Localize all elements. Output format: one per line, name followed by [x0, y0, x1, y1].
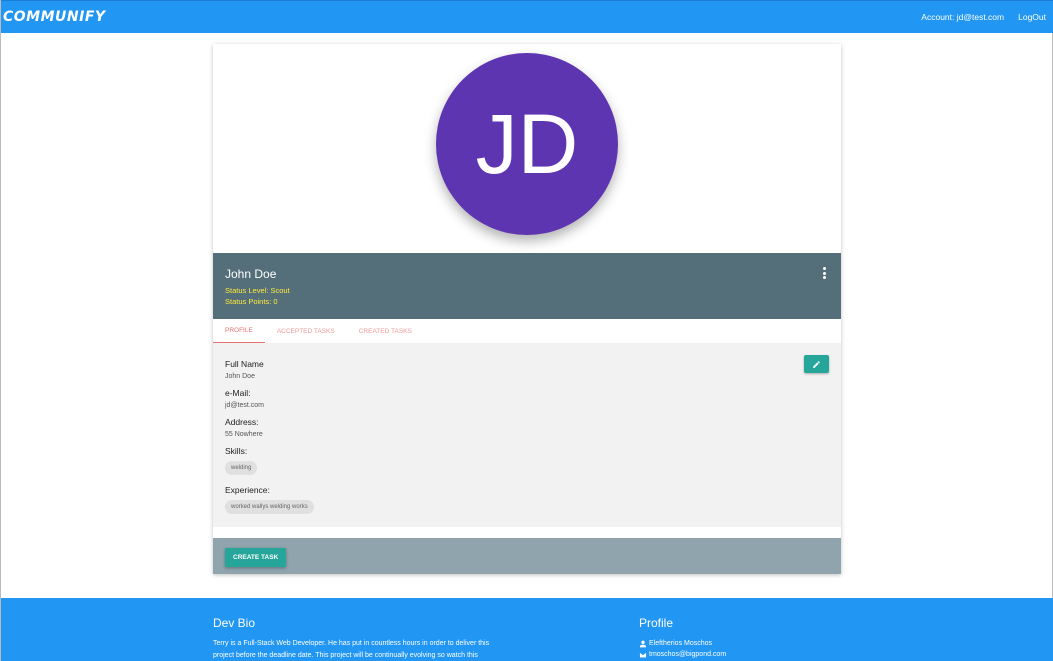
profile-header: John Doe Status Level: Scout Status Poin… [213, 253, 841, 319]
envelope-icon [639, 651, 647, 658]
more-vert-icon[interactable] [823, 267, 827, 279]
footer-profile-section: Profile Eleftherios Moschos tmoschos@big… [639, 616, 839, 660]
address-value: 55 Nowhere [225, 431, 263, 438]
user-name: John Doe [225, 267, 277, 281]
profile-panel: Full Name John Doe e-Mail: jd@test.com A… [213, 343, 841, 527]
profile-email-text[interactable]: tmoschos@bigpond.com [649, 649, 726, 660]
create-task-button[interactable]: CREATE TASK [225, 548, 287, 567]
edit-button[interactable] [804, 355, 829, 373]
footer-profile-name: Eleftherios Moschos [639, 638, 839, 649]
person-icon [640, 640, 646, 647]
experience-label: Experience: [225, 485, 270, 495]
skills-label: Skills: [225, 446, 248, 456]
tab-created-tasks[interactable]: CREATED TASKS [347, 319, 424, 343]
top-navbar: COMMUNIFY Account: jd@test.com LogOut [1, 0, 1053, 33]
tab-profile[interactable]: PROFILE [213, 319, 265, 343]
action-bar: CREATE TASK [213, 538, 841, 574]
status-level: Status Level: Scout [225, 286, 290, 295]
profile-card: JD John Doe Status Level: Scout Status P… [213, 44, 841, 574]
account-link[interactable]: Account: jd@test.com [921, 12, 1004, 22]
footer-profile-email: tmoschos@bigpond.com [639, 649, 839, 660]
dev-bio-text-2: project before the deadline date. This p… [213, 652, 478, 659]
address-label: Address: [225, 417, 259, 427]
experience-chip: worked wallys welding works [225, 500, 314, 514]
nav-links: Account: jd@test.com LogOut [921, 12, 1046, 22]
full-name-label: Full Name [225, 359, 264, 369]
footer: Dev Bio Terry is a Full-Stack Web Develo… [1, 598, 1053, 661]
full-name-value: John Doe [225, 373, 255, 380]
status-points: Status Points: 0 [225, 297, 278, 306]
pencil-icon [813, 360, 820, 368]
brand-logo[interactable]: COMMUNIFY [3, 9, 106, 25]
avatar: JD [436, 53, 618, 235]
dev-bio-title: Dev Bio [213, 616, 256, 630]
skill-chip: welding [225, 461, 258, 475]
dev-bio-text-1: Terry is a Full-Stack Web Developer. He … [213, 640, 490, 647]
email-label: e-Mail: [225, 388, 251, 398]
logout-link[interactable]: LogOut [1018, 12, 1046, 22]
tab-accepted-tasks[interactable]: ACCEPTED TASKS [265, 319, 347, 343]
profile-name-text: Eleftherios Moschos [649, 640, 713, 647]
avatar-section: JD [213, 44, 841, 253]
footer-profile-title: Profile [639, 616, 674, 630]
email-value: jd@test.com [225, 402, 265, 409]
dev-bio-section: Dev Bio Terry is a Full-Stack Web Develo… [213, 616, 533, 661]
profile-tabs: PROFILE ACCEPTED TASKS CREATED TASKS [213, 319, 841, 343]
